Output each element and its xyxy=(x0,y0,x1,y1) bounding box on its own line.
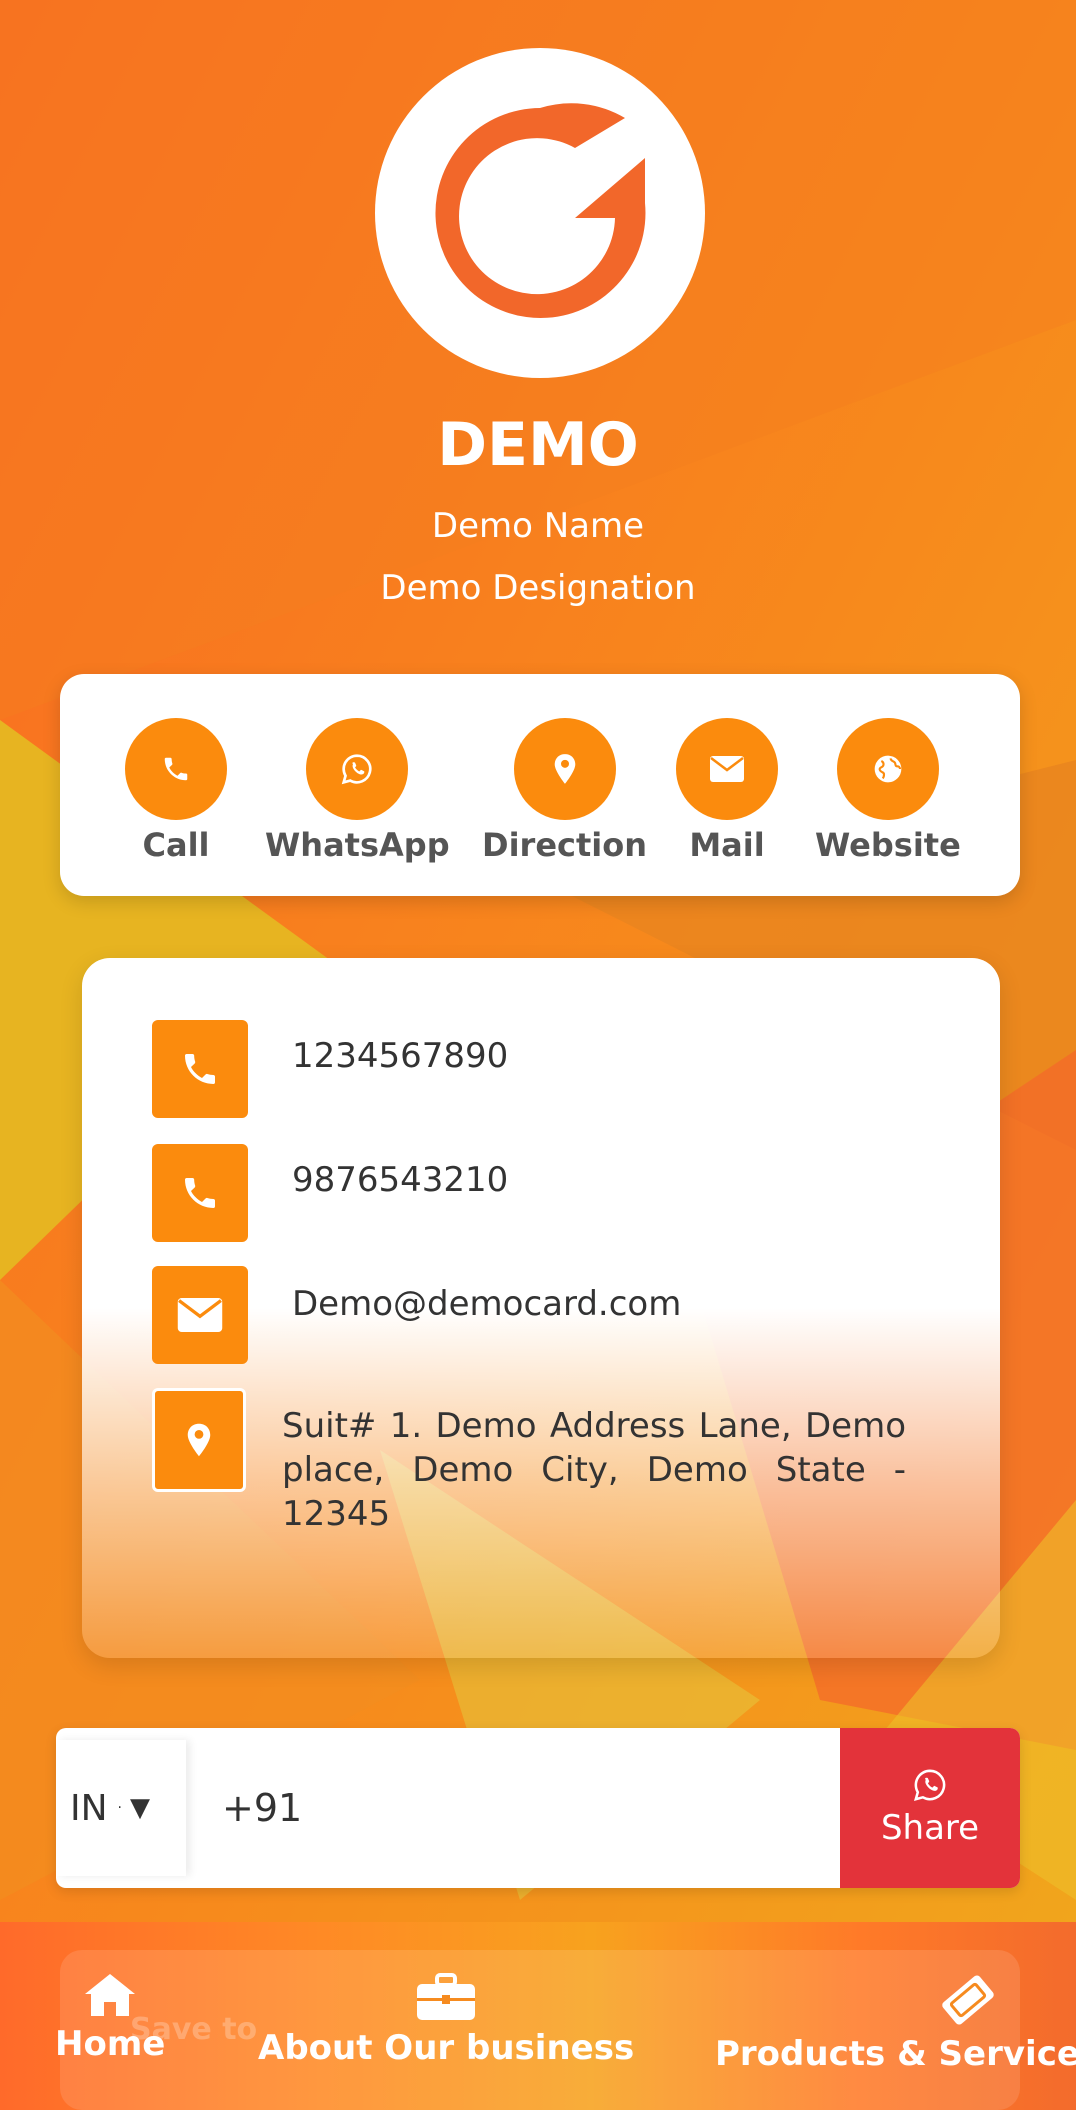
home-icon xyxy=(85,1974,136,2016)
phone-number-2: 9876543210 xyxy=(292,1160,509,1200)
nav-products-label: Products & Services xyxy=(715,2034,1076,2074)
globe-icon xyxy=(836,718,939,820)
map-pin-icon xyxy=(513,718,616,820)
call-label: Call xyxy=(142,826,210,864)
nav-home-label: Home xyxy=(55,2024,166,2064)
direction-label: Direction xyxy=(482,826,648,864)
phone-number-1: 1234567890 xyxy=(292,1036,509,1076)
email-address: Demo@democard.com xyxy=(292,1284,682,1324)
quick-actions-card: Call WhatsApp Direction Mail Website xyxy=(60,674,1020,896)
direction-action[interactable]: Direction xyxy=(482,718,647,864)
share-label: Share xyxy=(880,1808,980,1848)
briefcase-icon xyxy=(417,1973,476,2020)
bottom-navigation: Save to Home About Our business Products… xyxy=(0,1922,1076,2110)
phone-input[interactable] xyxy=(216,1728,868,1888)
contact-info-card: 1234567890 9876543210 Demo@democard.com … xyxy=(82,958,1000,1658)
phone-icon xyxy=(152,1020,248,1118)
country-select[interactable]: IN · ▼ xyxy=(56,1740,186,1876)
envelope-icon xyxy=(152,1266,248,1364)
person-name: Demo Name xyxy=(431,506,645,546)
whatsapp-share-bar: IN · ▼ Share xyxy=(56,1728,1020,1888)
nav-about-label: About Our business xyxy=(258,2028,635,2068)
whatsapp-label: WhatsApp xyxy=(265,826,450,864)
whatsapp-icon xyxy=(913,1769,946,1801)
company-name: DEMO xyxy=(437,410,639,480)
address-text: Suit# 1. Demo Address Lane, Demo place, … xyxy=(282,1406,906,1534)
person-designation: Demo Designation xyxy=(380,568,696,608)
nav-about[interactable]: About Our business xyxy=(258,1972,634,2068)
website-label: Website xyxy=(815,826,961,864)
company-logo xyxy=(375,48,705,378)
chevron-down-icon: ▼ xyxy=(130,1793,150,1823)
mail-action[interactable]: Mail xyxy=(676,718,778,864)
phone-icon xyxy=(125,718,227,820)
call-action[interactable]: Call xyxy=(125,718,227,864)
ticket-icon xyxy=(941,1975,994,2025)
website-action[interactable]: Website xyxy=(815,718,961,864)
separator-dot: · xyxy=(117,1800,122,1816)
map-pin-icon xyxy=(152,1388,246,1492)
share-button[interactable]: Share xyxy=(840,1728,1020,1888)
whatsapp-action[interactable]: WhatsApp xyxy=(265,718,450,864)
whatsapp-icon xyxy=(306,718,409,820)
envelope-icon xyxy=(676,718,778,820)
phone-icon xyxy=(152,1144,248,1242)
g-logo-icon xyxy=(435,103,646,318)
mail-label: Mail xyxy=(689,826,765,864)
nav-home[interactable]: Home xyxy=(55,1972,165,2064)
country-code: IN xyxy=(70,1787,108,1829)
nav-products[interactable]: Products & Services xyxy=(715,1972,1076,2074)
